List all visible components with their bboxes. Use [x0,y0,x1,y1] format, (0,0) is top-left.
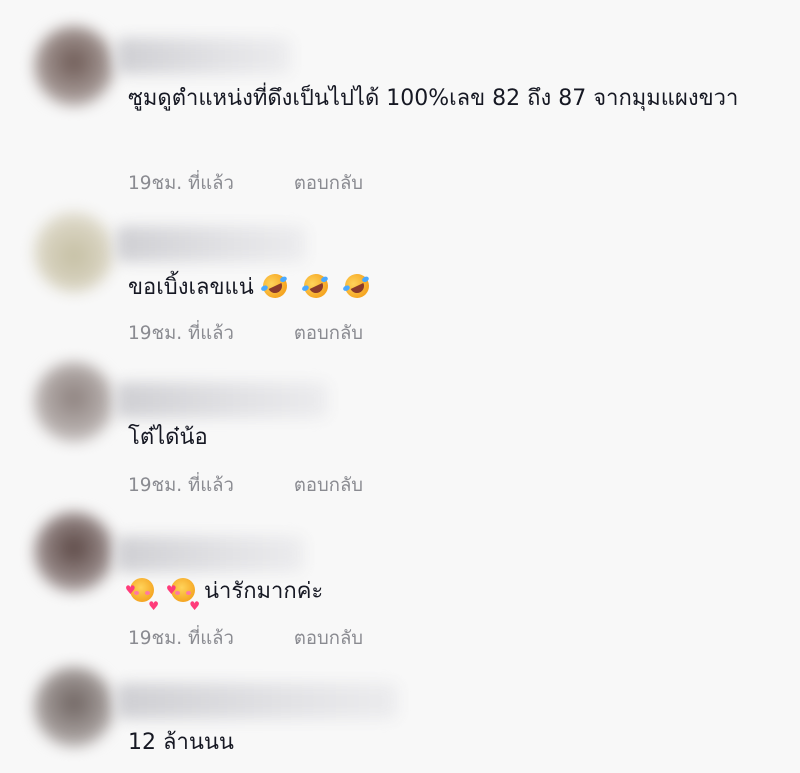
comment-body: น่ารักมากค่ะ [125,572,778,625]
comment-text: ขอเบิ้งเลขแน่ [128,275,254,300]
comment-meta: 19ชม. ที่แล้ว ตอบกลับ [128,624,363,653]
avatar[interactable] [34,667,114,747]
username-blurred[interactable] [116,226,306,262]
comment-text: น่ารักมากค่ะ [204,579,324,604]
avatar[interactable] [34,212,114,292]
smiling-face-with-hearts-icon [125,572,159,625]
username-blurred[interactable] [116,38,291,74]
username-blurred[interactable] [116,536,304,572]
comment-time: 19ชม. ที่แล้ว [128,173,234,194]
reply-button[interactable]: ตอบกลับ [294,323,363,344]
comment-time: 19ชม. ที่แล้ว [128,628,234,649]
reply-button[interactable]: ตอบกลับ [294,173,363,194]
username-blurred[interactable] [116,382,328,418]
comment-meta: 19ชม. ที่แล้ว ตอบกลับ [128,319,363,348]
avatar[interactable] [34,362,114,442]
comment-body: ขอเบิ้งเลขแน่ [128,269,778,306]
comment-meta: 19ชม. ที่แล้ว ตอบกลับ [128,169,363,198]
smiling-face-with-hearts-icon [166,572,200,625]
comment-time: 19ชม. ที่แล้ว [128,323,234,344]
comment-text: โต๋ได๋น้อ [128,425,208,450]
username-blurred[interactable] [116,683,398,719]
avatar[interactable] [34,512,114,592]
reply-button[interactable]: ตอบกลับ [294,628,363,649]
avatar[interactable] [34,26,114,106]
comment-text: ซูมดูตำแหน่งที่ดึงเป็นไปได้ 100%เลข 82 ถ… [128,86,739,111]
comment-time: 19ชม. ที่แล้ว [128,475,234,496]
rolling-on-floor-laughing-icon [299,270,332,302]
rolling-on-floor-laughing-icon [340,270,373,302]
comment-text: 12 ล้านนน [128,730,234,755]
rolling-on-floor-laughing-icon [258,270,291,302]
comment-meta: 19ชม. ที่แล้ว ตอบกลับ [128,471,363,500]
reply-button[interactable]: ตอบกลับ [294,475,363,496]
